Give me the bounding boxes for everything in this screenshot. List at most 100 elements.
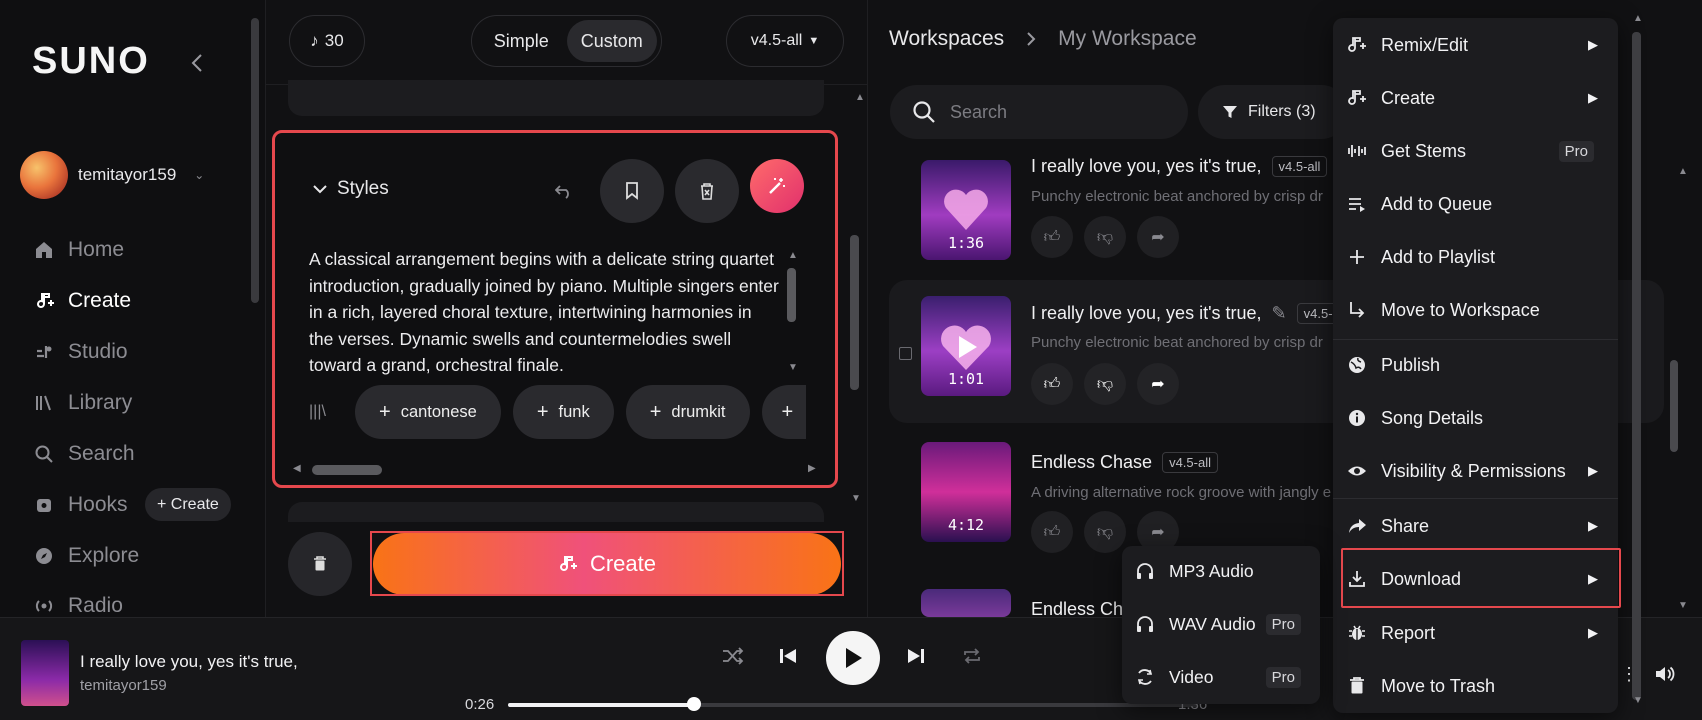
sidebar-item-explore[interactable]: Explore xyxy=(34,544,139,568)
textarea-scrollbar[interactable] xyxy=(787,268,796,322)
library-tags-icon[interactable]: |||\ xyxy=(309,403,339,421)
search-input[interactable]: Search xyxy=(890,85,1188,139)
sidebar-item-home[interactable]: Home xyxy=(34,238,124,262)
menu-scrollbar[interactable] xyxy=(1632,32,1641,700)
undo-icon[interactable] xyxy=(546,176,582,206)
model-select[interactable]: v4.5-all ▼ xyxy=(726,15,844,67)
textarea-scroll-up-icon[interactable]: ▲ xyxy=(788,250,798,261)
dislike-icon[interactable]: 👎︎ xyxy=(1084,511,1126,553)
sidebar-item-search[interactable]: Search xyxy=(34,442,135,466)
credits-pill[interactable]: ♪ 30 xyxy=(289,15,365,67)
shuffle-icon[interactable] xyxy=(722,646,744,666)
menu-scroll-down-icon[interactable]: ▼ xyxy=(1633,695,1643,706)
like-icon[interactable]: 👍︎ xyxy=(1031,363,1073,405)
menu-scroll-up-icon[interactable]: ▲ xyxy=(1633,13,1643,24)
tag-label: drumkit xyxy=(671,402,726,421)
play-button[interactable] xyxy=(826,631,880,685)
tag-cantonese[interactable]: + cantonese xyxy=(355,385,501,439)
song-title[interactable]: I really love you, yes it's true, xyxy=(1031,156,1262,177)
workspace-scroll-up-icon[interactable]: ▲ xyxy=(1678,166,1688,177)
eye-icon xyxy=(1347,461,1367,481)
sidebar-scrollbar[interactable] xyxy=(251,18,259,303)
collapse-sidebar-icon[interactable] xyxy=(190,52,204,74)
compass-icon xyxy=(34,546,54,566)
previous-icon[interactable] xyxy=(778,646,798,666)
bookmark-button[interactable] xyxy=(600,159,664,223)
song-title[interactable]: Endless Chase xyxy=(1031,452,1152,473)
styles-textarea[interactable]: A classical arrangement begins with a de… xyxy=(309,246,779,379)
styles-header[interactable]: Styles xyxy=(313,178,389,200)
hooks-create-button[interactable]: + Create xyxy=(145,488,231,521)
menu-item-song-details[interactable]: Song Details xyxy=(1347,398,1600,438)
menu-item-add-to-playlist[interactable]: Add to Playlist xyxy=(1347,237,1600,277)
menu-divider xyxy=(1333,498,1618,499)
menu-item-remix-edit[interactable]: Remix/Edit ▶ xyxy=(1347,25,1600,65)
tag-more[interactable]: + xyxy=(761,385,806,439)
mode-simple-tab[interactable]: Simple xyxy=(476,20,567,62)
clear-all-button[interactable] xyxy=(288,532,352,596)
breadcrumb-current[interactable]: My Workspace xyxy=(1058,27,1196,51)
filters-button[interactable]: Filters (3) xyxy=(1198,85,1348,139)
dislike-icon[interactable]: 👎︎ xyxy=(1084,363,1126,405)
tags-scrollbar[interactable] xyxy=(312,465,382,475)
scroll-down-arrow-icon[interactable]: ▼ xyxy=(851,493,861,504)
scroll-up-arrow-icon[interactable]: ▲ xyxy=(855,92,865,103)
menu-item-publish[interactable]: Publish xyxy=(1347,345,1600,385)
create-panel-scrollbar[interactable] xyxy=(850,235,859,390)
menu-item-move-to-trash[interactable]: Move to Trash xyxy=(1347,666,1600,706)
suno-logo[interactable]: SUNO xyxy=(32,40,150,83)
player-artist[interactable]: temitayor159 xyxy=(80,677,167,694)
song-cover[interactable] xyxy=(921,589,1011,617)
menu-item-report[interactable]: Report ▶ xyxy=(1347,613,1600,653)
tag-drumkit[interactable]: + drumkit xyxy=(625,385,750,439)
song-title[interactable]: Endless Ch xyxy=(1031,599,1123,617)
play-icon xyxy=(843,647,863,669)
song-title[interactable]: I really love you, yes it's true, xyxy=(1031,303,1262,324)
song-cover[interactable]: 1:01 xyxy=(921,296,1011,396)
player-cover[interactable] xyxy=(21,640,69,706)
submenu-label: WAV Audio xyxy=(1169,613,1256,634)
user-menu[interactable]: temitayor159 ⌄ xyxy=(20,150,204,200)
workspace-scroll-down-icon[interactable]: ▼ xyxy=(1678,600,1688,611)
tag-funk[interactable]: + funk xyxy=(512,385,614,439)
pro-badge: Pro xyxy=(1265,613,1301,635)
share-icon[interactable]: ➦ xyxy=(1137,216,1179,258)
tags-scroll-right-icon[interactable]: ▶ xyxy=(808,463,816,474)
submenu-item-wav[interactable]: WAV Audio Pro xyxy=(1135,606,1307,642)
studio-icon xyxy=(34,342,54,362)
pencil-icon[interactable]: ✎ xyxy=(1272,303,1287,324)
sidebar-item-radio[interactable]: Radio xyxy=(34,594,123,618)
sidebar-item-library[interactable]: Library xyxy=(34,391,132,415)
menu-item-share[interactable]: Share ▶ xyxy=(1347,506,1600,546)
like-icon[interactable]: 👍︎ xyxy=(1031,511,1073,553)
sidebar-item-hooks[interactable]: Hooks xyxy=(34,493,128,517)
sidebar-item-create[interactable]: Create xyxy=(34,289,131,313)
menu-item-create[interactable]: Create ▶ xyxy=(1347,78,1600,118)
submenu-item-video[interactable]: Video Pro xyxy=(1135,659,1307,695)
workspace-scrollbar[interactable] xyxy=(1670,360,1678,452)
select-checkbox[interactable] xyxy=(899,347,912,360)
tag-label: funk xyxy=(558,402,590,421)
breadcrumb-root[interactable]: Workspaces xyxy=(889,27,1004,51)
sidebar-item-studio[interactable]: Studio xyxy=(34,340,128,364)
song-cover[interactable]: 1:36 xyxy=(921,160,1011,260)
menu-item-add-to-queue[interactable]: Add to Queue xyxy=(1347,184,1600,224)
tags-scroll-left-icon[interactable]: ◀ xyxy=(293,463,301,474)
volume-icon[interactable] xyxy=(1654,664,1676,684)
menu-item-get-stems[interactable]: Get Stems Pro xyxy=(1347,131,1600,171)
song-cover[interactable]: 4:12 xyxy=(921,442,1011,542)
player-title[interactable]: I really love you, yes it's true, xyxy=(80,652,298,672)
menu-item-visibility-permissions[interactable]: Visibility & Permissions ▶ xyxy=(1347,451,1600,491)
enhance-styles-button[interactable] xyxy=(750,159,804,213)
version-badge: v4.5-all xyxy=(1271,156,1328,177)
dislike-icon[interactable]: 👎︎ xyxy=(1084,216,1126,258)
textarea-scroll-down-icon[interactable]: ▼ xyxy=(788,362,798,373)
menu-item-move-to-workspace[interactable]: Move to Workspace xyxy=(1347,290,1600,330)
mode-custom-tab[interactable]: Custom xyxy=(566,20,657,62)
clear-styles-button[interactable] xyxy=(675,159,739,223)
repeat-icon[interactable] xyxy=(962,646,982,666)
share-icon[interactable]: ➦ xyxy=(1137,363,1179,405)
next-icon[interactable] xyxy=(906,646,926,666)
submenu-item-mp3[interactable]: MP3 Audio xyxy=(1135,553,1307,589)
like-icon[interactable]: 👍︎ xyxy=(1031,216,1073,258)
